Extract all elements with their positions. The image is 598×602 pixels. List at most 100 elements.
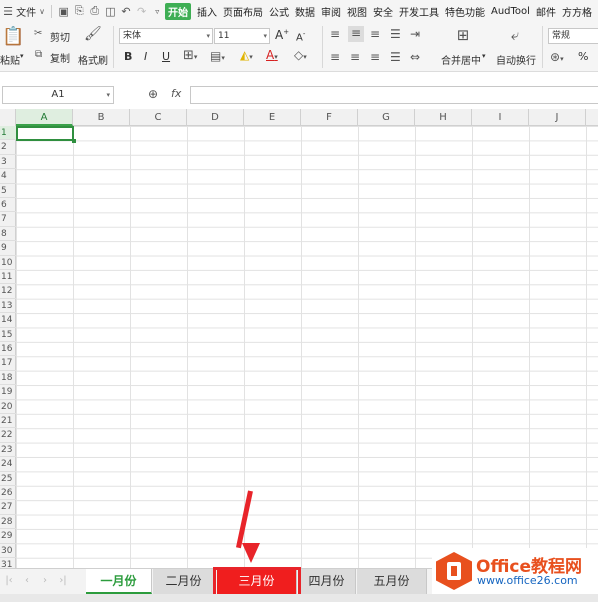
currency-icon[interactable]: ⊛▾ bbox=[550, 50, 564, 64]
row-header[interactable]: 9 bbox=[0, 241, 16, 256]
save-icon[interactable]: ▣ bbox=[56, 5, 72, 18]
distributed-icon[interactable]: ⇔ bbox=[410, 50, 420, 64]
row-header[interactable]: 24 bbox=[0, 457, 16, 472]
number-format-select[interactable]: 常规 bbox=[548, 28, 598, 44]
column-header[interactable]: D bbox=[187, 109, 244, 126]
paste-icon[interactable]: 📋 bbox=[2, 26, 24, 48]
redo-icon[interactable]: ↷ bbox=[134, 5, 150, 18]
cell-style-icon[interactable]: ▤▾ bbox=[210, 49, 225, 63]
row-header[interactable]: 7 bbox=[0, 212, 16, 227]
paste-button[interactable]: 粘贴 bbox=[0, 52, 20, 67]
percent-button[interactable]: % bbox=[578, 50, 588, 63]
chevron-down-icon[interactable]: ∨ bbox=[39, 7, 45, 16]
row-header[interactable]: 27 bbox=[0, 500, 16, 515]
tab-developer[interactable]: 开发工具 bbox=[399, 4, 439, 19]
row-header[interactable]: 1 bbox=[0, 126, 16, 141]
row-header[interactable]: 12 bbox=[0, 284, 16, 299]
insert-function-button[interactable]: fx bbox=[171, 87, 181, 100]
row-header[interactable]: 3 bbox=[0, 155, 16, 170]
formula-input[interactable] bbox=[190, 86, 598, 104]
align-center-icon[interactable]: ≡ bbox=[350, 50, 360, 64]
row-header[interactable]: 8 bbox=[0, 227, 16, 242]
column-header[interactable]: I bbox=[472, 109, 529, 126]
orientation-icon[interactable]: ☰ bbox=[390, 27, 401, 41]
tab-security[interactable]: 安全 bbox=[373, 4, 393, 19]
tab-insert[interactable]: 插入 bbox=[197, 4, 217, 19]
sheet-tab-february[interactable]: 二月份 bbox=[153, 569, 215, 594]
clear-format-icon[interactable]: ◇▾ bbox=[294, 48, 307, 62]
align-middle-icon[interactable]: ≡ bbox=[348, 26, 364, 42]
export-icon[interactable]: ⎘ bbox=[71, 4, 87, 18]
column-header[interactable]: E bbox=[244, 109, 301, 126]
print-icon[interactable]: ⎙ bbox=[87, 4, 103, 18]
prev-sheet-icon[interactable]: ‹ bbox=[20, 574, 34, 588]
tab-formulas[interactable]: 公式 bbox=[269, 4, 289, 19]
row-header[interactable]: 19 bbox=[0, 385, 16, 400]
tab-page-layout[interactable]: 页面布局 bbox=[223, 4, 263, 19]
tab-data[interactable]: 数据 bbox=[295, 4, 315, 19]
first-sheet-icon[interactable]: |‹ bbox=[2, 574, 16, 588]
align-left-icon[interactable]: ≡ bbox=[330, 50, 340, 64]
column-header[interactable]: A bbox=[16, 109, 73, 126]
tab-review[interactable]: 审阅 bbox=[321, 4, 341, 19]
border-icon[interactable]: ⊞▾ bbox=[183, 48, 197, 63]
row-header[interactable]: 28 bbox=[0, 515, 16, 530]
row-header[interactable]: 13 bbox=[0, 299, 16, 314]
row-header[interactable]: 26 bbox=[0, 486, 16, 501]
undo-icon[interactable]: ↶ bbox=[118, 5, 134, 18]
row-header[interactable]: 20 bbox=[0, 400, 16, 414]
sheet-tab-april[interactable]: 四月份 bbox=[298, 569, 356, 594]
tab-view[interactable]: 视图 bbox=[347, 4, 367, 19]
format-painter-icon[interactable]: 🖌 bbox=[84, 26, 102, 44]
column-header[interactable]: F bbox=[301, 109, 358, 126]
row-header[interactable]: 15 bbox=[0, 328, 16, 342]
file-menu[interactable]: 文件 bbox=[16, 4, 36, 19]
font-name-select[interactable]: 宋体 ▾ bbox=[119, 28, 213, 44]
row-header[interactable]: 10 bbox=[0, 256, 16, 270]
row-header[interactable]: 18 bbox=[0, 371, 16, 386]
justify-icon[interactable]: ☰ bbox=[390, 50, 401, 64]
format-painter-button[interactable]: 格式刷 bbox=[78, 52, 108, 67]
hamburger-icon[interactable]: ☰ bbox=[2, 5, 14, 18]
tab-mail[interactable]: 邮件 bbox=[536, 4, 556, 19]
merge-center-icon[interactable]: ⊞ bbox=[452, 26, 474, 46]
column-header[interactable]: G bbox=[358, 109, 415, 126]
sheet-tab-may[interactable]: 五月份 bbox=[357, 569, 427, 594]
row-header[interactable]: 5 bbox=[0, 184, 16, 198]
decrease-font-icon[interactable]: A- bbox=[296, 30, 305, 43]
row-header[interactable]: 22 bbox=[0, 428, 16, 443]
align-right-icon[interactable]: ≡ bbox=[370, 50, 380, 64]
column-header[interactable]: B bbox=[73, 109, 130, 126]
row-header[interactable]: 23 bbox=[0, 443, 16, 458]
merge-dropdown-icon[interactable]: ▾ bbox=[482, 52, 486, 60]
copy-button[interactable]: 复制 bbox=[50, 50, 70, 65]
column-header[interactable]: J bbox=[529, 109, 586, 126]
next-sheet-icon[interactable]: › bbox=[38, 574, 52, 588]
tab-fangfang[interactable]: 方方格 bbox=[562, 4, 592, 19]
active-cell-a1[interactable] bbox=[16, 126, 76, 143]
row-header[interactable]: 6 bbox=[0, 198, 16, 213]
italic-button[interactable]: I bbox=[144, 50, 147, 63]
select-all-corner[interactable] bbox=[0, 109, 16, 126]
merge-center-button[interactable]: 合并居中 bbox=[441, 52, 481, 67]
last-sheet-icon[interactable]: ›| bbox=[56, 574, 70, 588]
align-top-icon[interactable]: ≡ bbox=[330, 27, 340, 41]
row-header[interactable]: 30 bbox=[0, 544, 16, 558]
increase-font-icon[interactable]: A+ bbox=[275, 28, 289, 42]
indent-icon[interactable]: ⇥ bbox=[410, 27, 420, 41]
paste-dropdown-icon[interactable]: ▾ bbox=[20, 52, 24, 60]
row-header[interactable]: 16 bbox=[0, 342, 16, 357]
column-header[interactable]: C bbox=[130, 109, 187, 126]
column-header[interactable]: H bbox=[415, 109, 472, 126]
wrap-text-icon[interactable]: ⤶ bbox=[504, 26, 526, 46]
row-header[interactable]: 25 bbox=[0, 472, 16, 486]
align-bottom-icon[interactable]: ≡ bbox=[370, 27, 380, 41]
row-header[interactable]: 14 bbox=[0, 313, 16, 328]
zoom-search-icon[interactable]: ⊕ bbox=[148, 87, 158, 101]
sheet-tab-january[interactable]: 一月份 bbox=[86, 569, 152, 594]
tab-audtool[interactable]: AudTool bbox=[491, 6, 530, 17]
chevron-down-icon[interactable]: ▾ bbox=[106, 87, 110, 103]
spreadsheet-grid[interactable]: ABCDEFGHIJ 1 2 3 4 5 6 7 8 9 10 11 12 13 14 15 16 17 18 19… bbox=[0, 109, 598, 568]
name-box[interactable]: A1 ▾ bbox=[2, 86, 114, 104]
print-preview-icon[interactable]: ◫ bbox=[103, 5, 119, 18]
